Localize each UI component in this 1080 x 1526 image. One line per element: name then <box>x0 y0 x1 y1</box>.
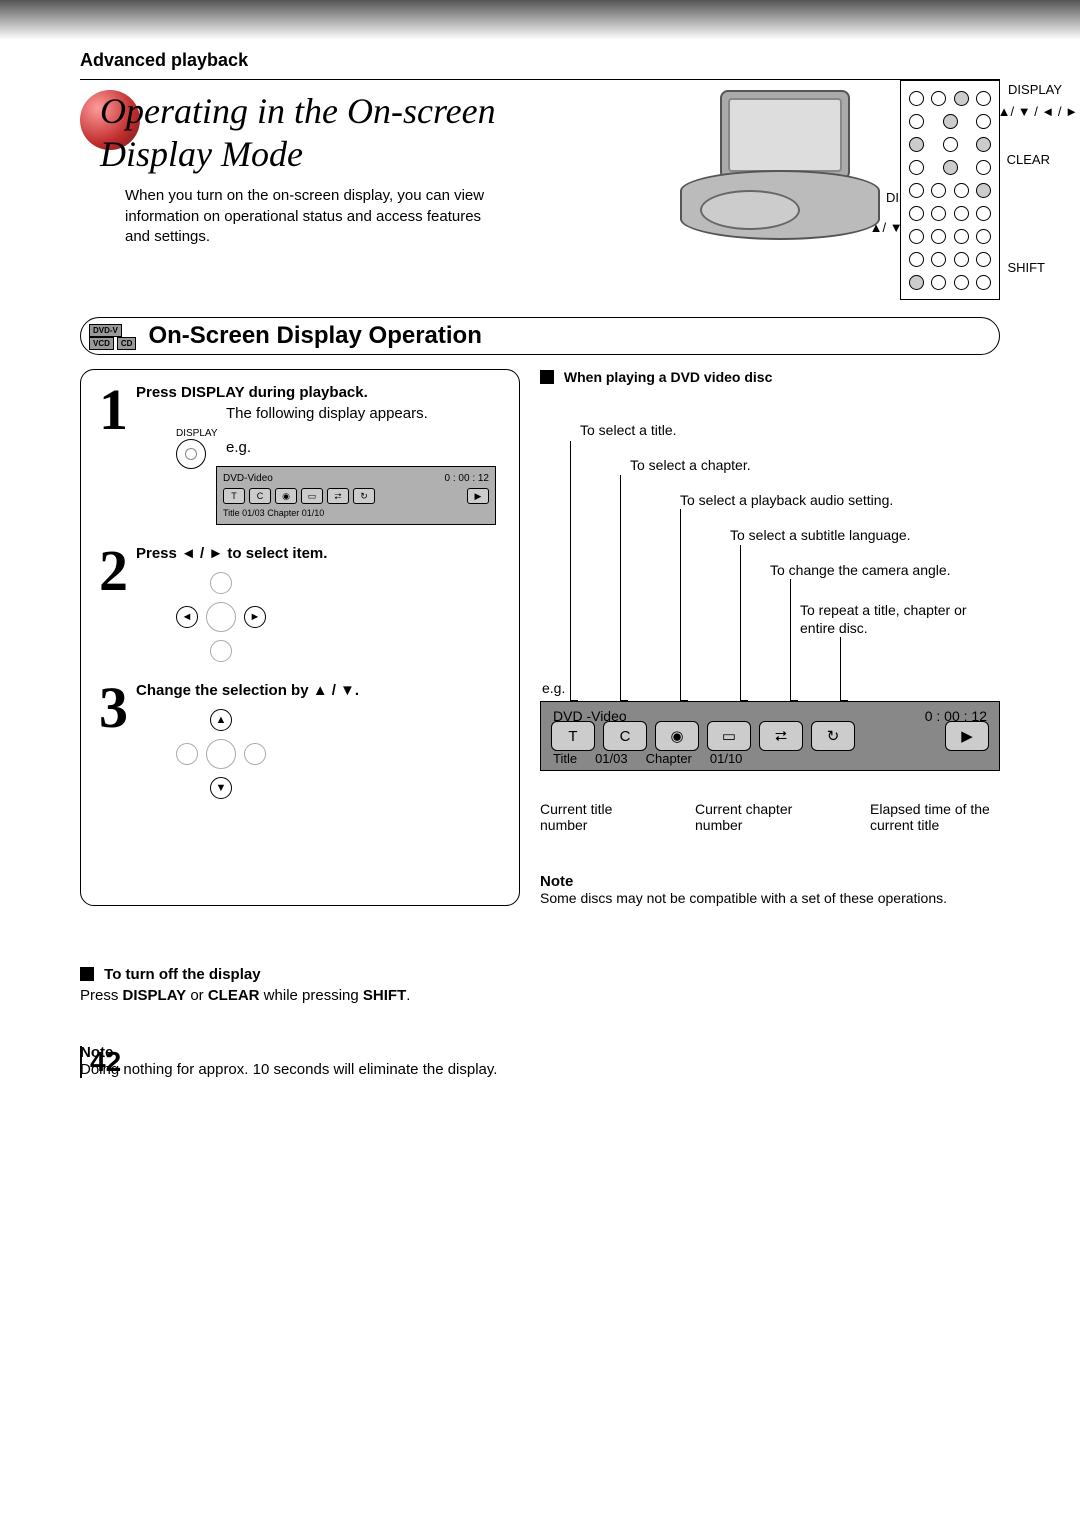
big-osd-title-val: 01/03 <box>595 751 628 766</box>
eg-label: e.g. <box>542 679 565 697</box>
big-osd-box: DVD -Video 0 : 00 : 12 T C ◉ ▭ ⮂ ↻ ▶ <box>540 701 1000 771</box>
turnoff-d: CLEAR <box>208 987 260 1004</box>
step-2-number: 2 <box>99 545 128 662</box>
page-title-line2: Display Mode <box>100 133 1000 176</box>
right-column: When playing a DVD video disc To select … <box>540 369 1000 906</box>
big-osd-chapter-label: Chapter <box>646 751 692 766</box>
osd-top-left: DVD-Video <box>223 473 273 484</box>
right-note-body: Some discs may not be compatible with a … <box>540 890 1000 906</box>
big-repeat-icon: ↻ <box>811 721 855 751</box>
format-badges: DVD-V VCD CD <box>89 324 136 350</box>
step-3-title: Change the selection by ▲ / ▼. <box>136 682 501 699</box>
step-3: 3 Change the selection by ▲ / ▼. ▲ ▼ <box>99 682 501 799</box>
osd-repeat-icon: ↻ <box>353 488 375 504</box>
osd-angle-icon: ⮂ <box>327 488 349 504</box>
osd-top-right: 0 : 00 : 12 <box>445 473 489 484</box>
display-button-icon <box>176 439 206 469</box>
bottom-callouts: Current title number Current chapter num… <box>540 801 1000 833</box>
square-bullet-icon <box>540 370 554 384</box>
turnoff-b: DISPLAY <box>123 987 187 1004</box>
callouts-diagram: To select a title. To select a chapter. … <box>540 401 1000 721</box>
remote-arrows-label: ▲/ ▼ / ◄ / ► <box>998 104 1078 119</box>
remote-shift-label: SHIFT <box>1007 260 1045 275</box>
turn-off-block: To turn off the display Press DISPLAY or… <box>80 966 510 1078</box>
osd-example-box: DVD-Video 0 : 00 : 12 T C ◉ ▭ ⮂ ↻ ▶ T <box>216 466 496 525</box>
badge-cd: CD <box>117 337 137 350</box>
callout-current-title: Current title number <box>540 801 650 833</box>
big-osd-top-right: 0 : 00 : 12 <box>925 708 987 724</box>
step-2-title: Press ◄ / ► to select item. <box>136 545 501 562</box>
dvd-heading: When playing a DVD video disc <box>564 369 772 385</box>
remote-display-label: DISPLAY <box>1008 82 1062 97</box>
display-button-illustration: DISPLAY <box>176 428 501 469</box>
square-bullet-icon <box>80 967 94 981</box>
step-1-number: 1 <box>99 384 128 525</box>
callout-current-chapter: Current chapter number <box>695 801 825 833</box>
left-arrow-icon: ◄ <box>176 606 198 628</box>
page-title-line1: Operating in the On-screen <box>100 90 1000 133</box>
section-breadcrumb: Advanced playback <box>80 50 1000 71</box>
intro-text: When you turn on the on-screen display, … <box>125 186 505 247</box>
callout-select-subtitle: To select a subtitle language. <box>730 526 911 544</box>
big-c-icon: C <box>603 721 647 751</box>
callout-change-angle: To change the camera angle. <box>770 561 951 579</box>
osd-subtitle-icon: ▭ <box>301 488 323 504</box>
callout-select-title: To select a title. <box>580 421 677 439</box>
step-1-body: The following display appears. <box>226 405 501 422</box>
section-header: DVD-V VCD CD On-Screen Display Operation <box>80 317 1000 355</box>
dpad-lr-illustration: ◄ ► <box>176 572 266 662</box>
step-1: 1 Press DISPLAY during playback. The fol… <box>99 384 501 525</box>
big-osd-top-left: DVD -Video <box>553 708 627 724</box>
osd-play-icon: ▶ <box>467 488 489 504</box>
turnoff-e: while pressing <box>260 987 363 1004</box>
big-osd-title-label: Title <box>553 751 577 766</box>
display-button-label: DISPLAY <box>176 428 501 439</box>
turnoff-f: SHIFT <box>363 987 406 1004</box>
page-title-block: Operating in the On-screen Display Mode <box>80 90 1000 176</box>
big-angle-icon: ⮂ <box>759 721 803 751</box>
steps-panel: 1 Press DISPLAY during playback. The fol… <box>80 369 520 906</box>
osd-c-icon: C <box>249 488 271 504</box>
turnoff-g: . <box>406 987 410 1004</box>
down-arrow-icon: ▼ <box>210 777 232 799</box>
step-1-title: Press DISPLAY during playback. <box>136 384 501 401</box>
turnoff-c: or <box>186 987 208 1004</box>
remote-clear-label: CLEAR <box>1007 152 1050 167</box>
big-t-icon: T <box>551 721 595 751</box>
dpad-ud-illustration: ▲ ▼ <box>176 709 266 799</box>
turnoff-head: To turn off the display <box>104 966 260 983</box>
callout-repeat: To repeat a title, chapter or entire dis… <box>800 601 980 637</box>
big-subtitle-icon: ▭ <box>707 721 751 751</box>
badge-dvdv: DVD-V <box>89 324 122 337</box>
badge-vcd: VCD <box>89 337 114 350</box>
osd-bottom-row: Title 01/03 Chapter 01/10 <box>223 508 489 518</box>
big-osd-chapter-val: 01/10 <box>710 751 743 766</box>
callout-select-audio: To select a playback audio setting. <box>680 491 893 509</box>
callout-elapsed: Elapsed time of the current title <box>870 801 1000 833</box>
osd-audio-icon: ◉ <box>275 488 297 504</box>
step-2: 2 Press ◄ / ► to select item. ◄ ► <box>99 545 501 662</box>
big-play-icon: ▶ <box>945 721 989 751</box>
section-title: On-Screen Display Operation <box>148 322 481 350</box>
right-note-head: Note <box>540 873 1000 890</box>
up-arrow-icon: ▲ <box>210 709 232 731</box>
step-3-number: 3 <box>99 682 128 799</box>
callout-select-chapter: To select a chapter. <box>630 456 751 474</box>
page-number: 42 <box>80 1046 121 1078</box>
big-audio-icon: ◉ <box>655 721 699 751</box>
right-arrow-icon: ► <box>244 606 266 628</box>
left-note-head: Note <box>80 1044 510 1061</box>
turnoff-a: Press <box>80 987 123 1004</box>
osd-t-icon: T <box>223 488 245 504</box>
left-note-body: Doing nothing for approx. 10 seconds wil… <box>80 1061 510 1078</box>
